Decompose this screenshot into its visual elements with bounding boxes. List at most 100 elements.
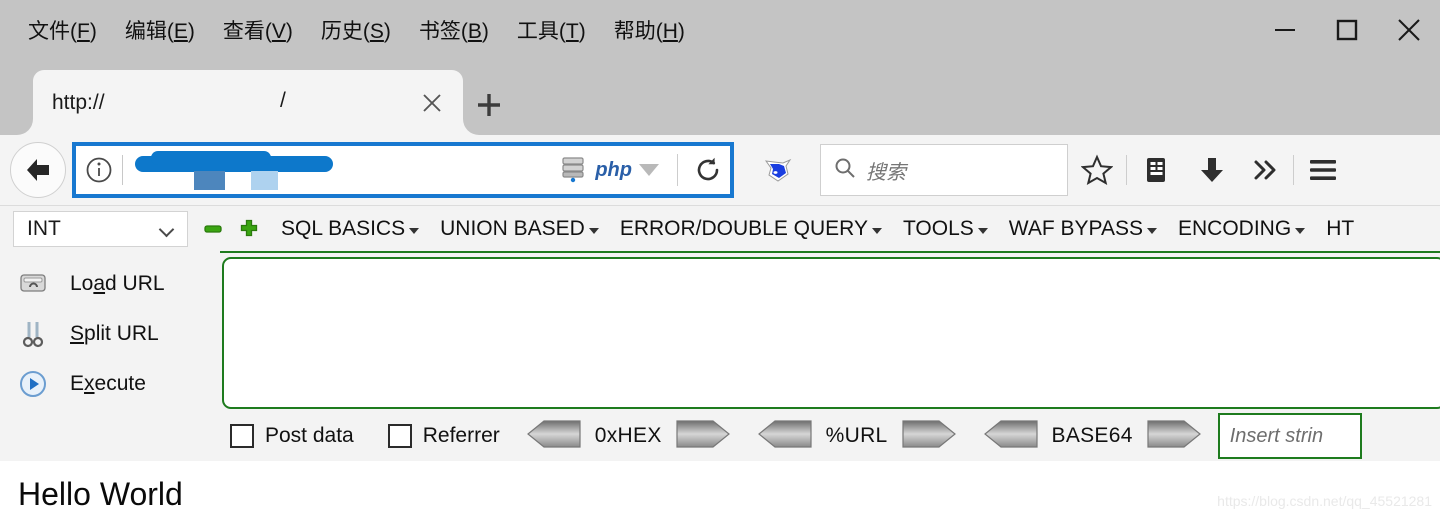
site-identity-icon[interactable] [76, 156, 122, 184]
menu-item-tools-mnemonic: T [565, 20, 579, 43]
tab-active[interactable]: http:// / [33, 70, 463, 135]
url-inner-divider [677, 154, 678, 186]
split-url-label: Split URL [70, 322, 159, 345]
tab-close-icon[interactable] [418, 89, 446, 117]
hackbar-menu-label: ENCODING [1178, 216, 1292, 240]
new-tab-button[interactable] [472, 88, 506, 122]
minimize-button[interactable] [1254, 0, 1316, 60]
referrer-option[interactable]: Referrer [387, 424, 500, 448]
fox-head-icon[interactable] [752, 155, 804, 185]
execute-icon [16, 369, 50, 399]
minus-icon[interactable] [202, 218, 224, 240]
hackbar-menu-label: WAF BYPASS [1008, 216, 1143, 240]
hackbar-actions: Load URL Split URL Execute [0, 253, 218, 413]
referrer-label: Referrer [422, 424, 500, 447]
hackbar-menu-union-based[interactable]: UNION BASED [440, 217, 599, 241]
downloads-icon[interactable] [1185, 141, 1239, 199]
menu-item-help-mnemonic: H [662, 20, 678, 43]
hackbar-menu-error-double-query[interactable]: ERROR/DOUBLE QUERY [620, 217, 882, 241]
hackbar-menubar: INT SQL BASICS UNION BASED ERROR/DOUBLE … [0, 206, 1440, 251]
title-bar: 文件(F) 编辑(E) 查看(V) 历史(S) 书签(B) 工具(T) 帮助(H… [0, 0, 1440, 60]
menu-item-bookmarks[interactable]: 书签(B) [405, 11, 503, 49]
split-url-icon [16, 319, 50, 349]
server-stack-icon [558, 153, 588, 188]
menu-item-edit-label: 编辑 [124, 20, 167, 43]
menu-item-tools-label: 工具 [516, 20, 559, 43]
url-encoder-group: %URL [757, 418, 957, 455]
hackbar-menu-label: ERROR/DOUBLE QUERY [619, 216, 868, 240]
hex-encoder-group: 0xHEX [526, 418, 731, 455]
base64-decode-arrow-icon[interactable] [983, 418, 1039, 455]
insert-string-placeholder: Insert strin [1229, 424, 1324, 447]
overflow-chevrons-icon[interactable] [1239, 141, 1293, 199]
back-button[interactable] [10, 142, 66, 198]
bookmark-star-icon[interactable] [1068, 141, 1126, 199]
hex-encode-arrow-icon[interactable] [675, 418, 731, 455]
caret-down-icon [871, 228, 882, 234]
load-url-icon [16, 271, 50, 297]
split-url-button[interactable]: Split URL [0, 309, 218, 359]
menu-item-help-label: 帮助 [613, 20, 656, 43]
post-data-option[interactable]: Post data [230, 424, 354, 448]
hackbar-menu-tools[interactable]: TOOLS [903, 217, 988, 241]
menu-item-bookmarks-label: 书签 [418, 20, 461, 43]
url-bar[interactable]: php [72, 142, 734, 198]
library-icon[interactable] [1127, 141, 1185, 199]
page-content: Hello World https://blog.csdn.net/qq_455… [0, 461, 1440, 523]
redaction-box-light [251, 171, 278, 190]
plus-icon[interactable] [238, 218, 260, 240]
tab-strip: http:// / [0, 60, 1440, 135]
hackbar-menu-label: UNION BASED [440, 216, 585, 240]
hackbar-options-row: Post data Referrer 0xHEX %URL BASE64 Ins… [0, 410, 1440, 462]
hackbar-panel: INT SQL BASICS UNION BASED ERROR/DOUBLE … [0, 205, 1440, 461]
menu-item-history[interactable]: 历史(S) [307, 11, 405, 49]
hamburger-menu-icon[interactable] [1294, 141, 1352, 199]
url-encode-label: %URL [825, 424, 888, 447]
base64-encode-arrow-icon[interactable] [1146, 418, 1202, 455]
caret-down-icon [588, 228, 599, 234]
menu-item-bookmarks-mnemonic: B [467, 20, 482, 43]
hackbar-menu-html[interactable]: HT [1326, 217, 1354, 241]
caret-down-icon [1147, 228, 1157, 234]
load-url-button[interactable]: Load URL [0, 259, 218, 309]
menu-item-file-label: 文件 [28, 20, 70, 43]
tab-path: / [280, 89, 286, 112]
menu-item-file[interactable]: 文件(F) [14, 11, 111, 49]
hackbar-menu-sql-basics[interactable]: SQL BASICS [281, 216, 420, 241]
menu-item-tools[interactable]: 工具(T) [503, 11, 600, 49]
hackbar-menu-waf-bypass[interactable]: WAF BYPASS [1009, 217, 1157, 241]
load-url-label: Load URL [70, 272, 165, 295]
menu-item-view-label: 查看 [222, 20, 265, 43]
hackbar-menu-encoding[interactable]: ENCODING [1178, 216, 1306, 241]
search-icon [834, 157, 856, 184]
search-placeholder: 搜索 [866, 161, 906, 184]
menu-item-view[interactable]: 查看(V) [209, 11, 307, 49]
menu-item-history-mnemonic: S [369, 20, 384, 43]
caret-down-icon [409, 228, 420, 234]
browser-window: 文件(F) 编辑(E) 查看(V) 历史(S) 书签(B) 工具(T) 帮助(H… [0, 0, 1440, 523]
url-decode-arrow-icon[interactable] [757, 418, 813, 455]
reload-button[interactable] [686, 155, 730, 185]
request-textarea[interactable] [222, 257, 1440, 409]
post-data-checkbox[interactable] [230, 424, 254, 448]
php-switcher[interactable]: php [558, 153, 669, 188]
referrer-checkbox[interactable] [387, 424, 412, 448]
hex-decode-arrow-icon[interactable] [526, 418, 582, 455]
hackbar-menu-label: SQL BASICS [281, 216, 406, 240]
chevron-down-icon[interactable] [639, 164, 659, 176]
maximize-button[interactable] [1316, 0, 1378, 60]
execute-button[interactable]: Execute [0, 359, 218, 409]
insert-string-input[interactable]: Insert strin [1217, 413, 1362, 459]
menu-item-file-mnemonic: F [77, 20, 90, 43]
menu-item-help[interactable]: 帮助(H) [600, 11, 699, 49]
menu-bar: 文件(F) 编辑(E) 查看(V) 历史(S) 书签(B) 工具(T) 帮助(H… [0, 11, 699, 49]
url-input[interactable] [123, 146, 558, 194]
type-select[interactable]: INT [13, 210, 188, 247]
close-button[interactable] [1378, 0, 1440, 60]
base64-encoder-group: BASE64 [983, 418, 1202, 455]
search-input[interactable]: 搜索 [820, 144, 1068, 196]
menu-item-edit[interactable]: 编辑(E) [111, 11, 209, 49]
hackbar-accent-line [220, 251, 1440, 253]
execute-label: Execute [70, 372, 146, 395]
url-encode-arrow-icon[interactable] [901, 418, 957, 455]
